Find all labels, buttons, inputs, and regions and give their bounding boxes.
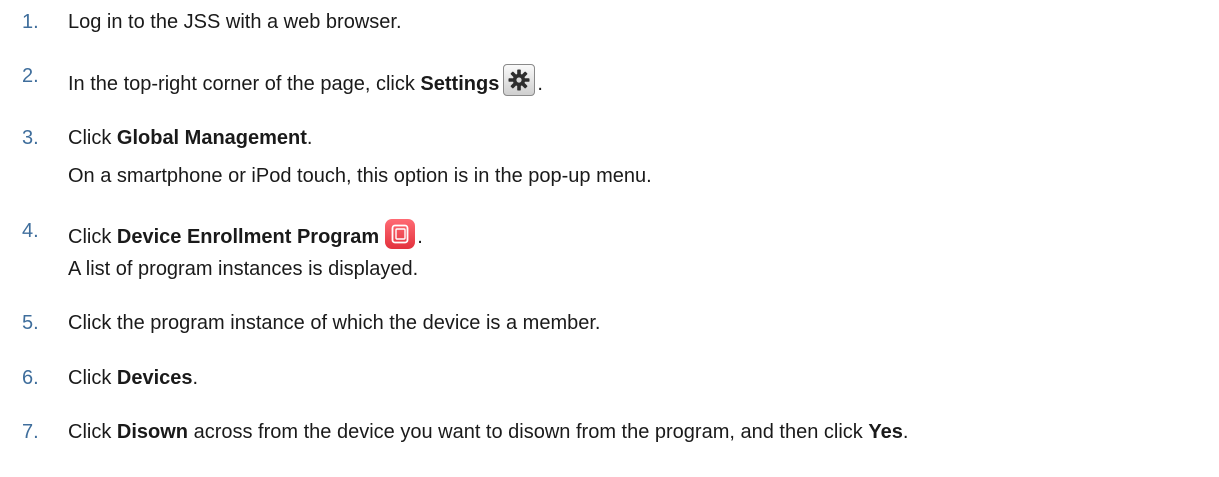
step-number: 6. bbox=[22, 367, 39, 389]
step-text: Click Device Enrollment Program. bbox=[68, 219, 423, 249]
step-number: 3. bbox=[22, 127, 39, 149]
step-text-part: In the top-right corner of the page, cli… bbox=[68, 73, 421, 95]
step-text: Click the program instance of which the … bbox=[68, 311, 600, 335]
step-text-part: Click bbox=[68, 127, 117, 149]
step-text: Log in to the JSS with a web browser. bbox=[68, 10, 402, 34]
step-number: 1. bbox=[22, 11, 39, 33]
step-note: A list of program instances is displayed… bbox=[68, 258, 419, 280]
device-enrollment-icon bbox=[385, 219, 416, 249]
ui-term-devices: Devices bbox=[116, 367, 193, 389]
step-text-part: . bbox=[192, 367, 199, 389]
step-text: Click Global Management. bbox=[68, 126, 312, 150]
step-text: Click Disown across from the device you … bbox=[68, 420, 908, 444]
step-number: 2. bbox=[22, 65, 39, 87]
gear-icon bbox=[503, 64, 536, 96]
instruction-steps: 1. Log in to the JSS with a web browser.… bbox=[0, 0, 1219, 477]
step-text: Click Devices. bbox=[68, 366, 198, 390]
step-text-part: . bbox=[417, 226, 423, 248]
step-text-part: Click bbox=[68, 226, 117, 248]
ui-term-device-enrollment-program: Device Enrollment Program bbox=[116, 226, 380, 248]
step-text-part: Click bbox=[68, 421, 117, 443]
step-text-part: Click the program instance of which the … bbox=[68, 312, 601, 334]
step-number: 5. bbox=[22, 312, 39, 334]
ui-term-settings: Settings bbox=[420, 73, 500, 95]
step-text: In the top-right corner of the page, cli… bbox=[68, 64, 543, 96]
step-text-part: across from the device you want to disow… bbox=[188, 421, 869, 443]
step-number: 4. bbox=[22, 220, 39, 242]
ui-term-global-management: Global Management bbox=[116, 127, 307, 149]
ui-term-disown: Disown bbox=[116, 421, 189, 443]
ui-term-yes: Yes bbox=[868, 421, 903, 443]
step-text-part: Log in to the JSS with a web browser. bbox=[68, 11, 402, 33]
step-number: 7. bbox=[22, 421, 39, 443]
step-note: On a smartphone or iPod touch, this opti… bbox=[68, 165, 652, 187]
step-text-part: Click bbox=[68, 367, 117, 389]
step-text-part: . bbox=[306, 127, 313, 149]
step-text-part: . bbox=[902, 421, 909, 443]
step-text-part: . bbox=[537, 73, 543, 95]
